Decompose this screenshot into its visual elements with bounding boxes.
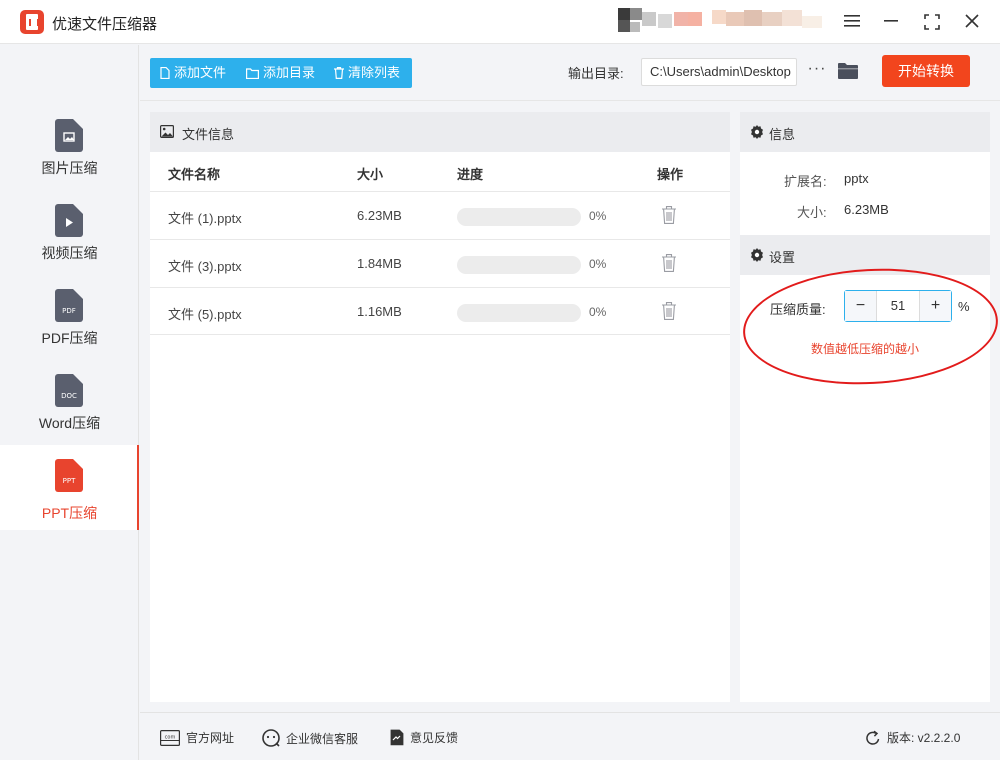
file-icon <box>160 66 170 80</box>
delete-icon[interactable] <box>661 205 677 225</box>
col-header-action: 操作 <box>657 167 684 182</box>
feedback-link[interactable]: 意见反馈 <box>390 729 458 746</box>
col-header-progress: 进度 <box>457 167 484 182</box>
ext-label: 扩展名: <box>784 174 827 189</box>
table-row[interactable]: 文件 (1).pptx 6.23MB 0% <box>150 191 730 239</box>
version-info: 版本: v2.2.2.0 <box>865 729 960 746</box>
minimize-icon[interactable] <box>878 8 906 36</box>
output-dir-label: 输出目录: <box>568 66 624 81</box>
toolbar: 添加文件 添加目录 清除列表 输出目录: C:\Users\admin\Desk… <box>140 45 1000 101</box>
progress-bar <box>457 304 581 322</box>
website-icon: com <box>160 730 180 747</box>
refresh-icon <box>866 730 880 745</box>
sidebar-item-ppt[interactable]: PPT PPT压缩 <box>0 445 139 530</box>
close-icon[interactable] <box>958 8 986 36</box>
progress-text: 0% <box>589 305 607 319</box>
feedback-icon <box>390 729 404 746</box>
file-name: 文件 (3).pptx <box>168 259 242 274</box>
video-file-icon <box>55 204 83 237</box>
sidebar-item-word[interactable]: DOC Word压缩 <box>0 366 139 451</box>
delete-icon[interactable] <box>661 301 677 321</box>
output-dir-input[interactable]: C:\Users\admin\Desktop <box>641 58 797 86</box>
add-folder-button[interactable]: 添加目录 <box>246 58 315 88</box>
file-action-group: 添加文件 添加目录 清除列表 <box>150 58 412 88</box>
file-size: 6.23MB <box>357 208 402 223</box>
user-name[interactable] <box>712 8 822 34</box>
progress-text: 0% <box>589 257 607 271</box>
add-file-button[interactable]: 添加文件 <box>160 58 226 88</box>
wechat-support-link[interactable]: 企业微信客服 <box>262 729 358 747</box>
progress-text: 0% <box>589 209 607 223</box>
table-row[interactable]: 文件 (3).pptx 1.84MB 0% <box>150 239 730 287</box>
file-name: 文件 (1).pptx <box>168 211 242 226</box>
gear-icon <box>751 248 763 262</box>
gear-icon <box>751 125 763 139</box>
app-logo-icon <box>20 10 44 34</box>
size-label: 大小: <box>797 205 827 220</box>
image-icon <box>160 125 174 138</box>
doc-file-icon: DOC <box>55 374 83 407</box>
sidebar-item-image[interactable]: 图片压缩 <box>0 111 139 196</box>
highlight-annotation <box>740 262 1000 391</box>
folder-icon <box>246 68 259 80</box>
progress-bar <box>457 208 581 226</box>
col-header-size: 大小 <box>357 167 384 182</box>
svg-text:com: com <box>165 735 176 741</box>
wechat-icon <box>262 729 280 747</box>
file-list-panel: 文件信息 文件名称 大小 进度 操作 文件 (1).pptx 6.23MB 0%… <box>150 112 730 702</box>
title-bar: 优速文件压缩器 <box>0 0 1000 44</box>
app-title: 优速文件压缩器 <box>52 16 158 33</box>
sidebar-item-video[interactable]: 视频压缩 <box>0 196 139 281</box>
more-options-button[interactable]: ··· <box>806 58 828 86</box>
website-link[interactable]: com 官方网址 <box>160 729 234 747</box>
svg-text:PPT: PPT <box>63 477 76 485</box>
info-panel: 信息 扩展名: pptx 大小: 6.23MB 设置 压缩质量: − 51 + … <box>740 112 1000 702</box>
delete-icon[interactable] <box>661 253 677 273</box>
svg-text:PDF: PDF <box>62 307 76 315</box>
file-name: 文件 (5).pptx <box>168 307 242 322</box>
start-convert-button[interactable]: 开始转换 <box>882 55 970 87</box>
trash-icon <box>334 67 344 79</box>
open-folder-icon[interactable] <box>837 61 859 81</box>
maximize-icon[interactable] <box>918 8 946 36</box>
table-row[interactable]: 文件 (5).pptx 1.16MB 0% <box>150 287 730 335</box>
sidebar: 图片压缩 视频压缩 PDF PDF压缩 DOC Word压缩 PPT PPT压缩 <box>0 45 139 760</box>
file-list-header: 文件信息 <box>150 112 730 152</box>
info-header: 信息 <box>740 112 990 152</box>
pdf-file-icon: PDF <box>55 289 83 322</box>
file-size: 1.84MB <box>357 256 402 271</box>
clear-list-button[interactable]: 清除列表 <box>334 58 400 88</box>
sidebar-item-pdf[interactable]: PDF PDF压缩 <box>0 281 139 366</box>
ext-value: pptx <box>844 171 869 186</box>
user-avatar[interactable] <box>618 8 702 34</box>
col-header-name: 文件名称 <box>168 167 221 182</box>
ppt-file-icon: PPT <box>55 459 83 492</box>
svg-text:DOC: DOC <box>61 392 77 400</box>
size-value: 6.23MB <box>844 202 889 217</box>
image-file-icon <box>55 119 83 152</box>
file-size: 1.16MB <box>357 304 402 319</box>
footer: com 官方网址 企业微信客服 意见反馈 版本: v2.2.2.0 <box>140 712 1000 760</box>
menu-icon[interactable] <box>838 8 866 36</box>
progress-bar <box>457 256 581 274</box>
